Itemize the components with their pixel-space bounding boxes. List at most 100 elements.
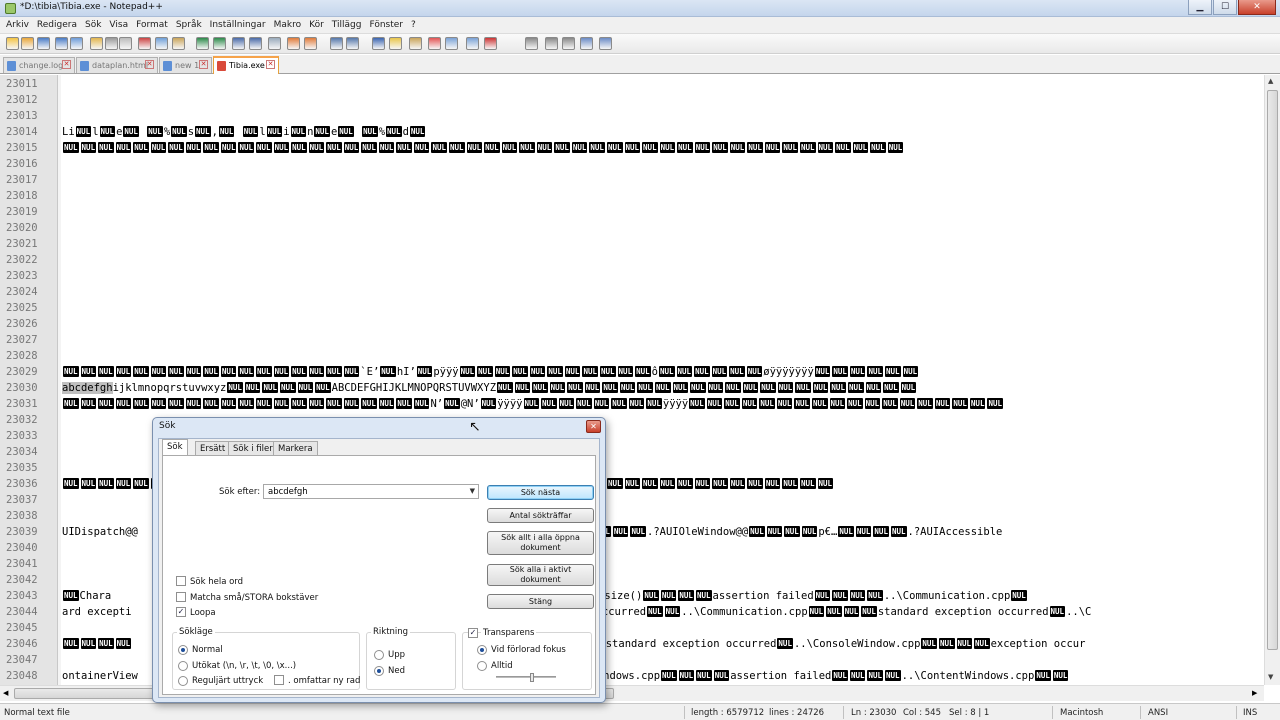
toolbar-icon-5[interactable] — [90, 37, 103, 50]
toolbar-icon-22[interactable] — [409, 37, 422, 50]
toolbar-icon-30[interactable] — [580, 37, 593, 50]
menu-10[interactable]: Fönster — [365, 20, 407, 30]
toolbar-icon-2[interactable] — [37, 37, 50, 50]
toolbar-icon-3[interactable] — [55, 37, 68, 50]
nul-control-char: NUL — [123, 126, 139, 137]
menu-5[interactable]: Språk — [172, 20, 206, 30]
toolbar-icon-28[interactable] — [545, 37, 558, 50]
transparency-slider-knob[interactable] — [530, 673, 534, 682]
toolbar-icon-18[interactable] — [330, 37, 343, 50]
scroll-right-icon[interactable]: ▶ — [1252, 689, 1257, 697]
mode-extended-radio[interactable] — [178, 661, 188, 671]
close-tab-icon[interactable]: ✕ — [145, 60, 154, 69]
menu-0[interactable]: Arkiv — [2, 20, 33, 30]
toolbar-icon-7[interactable] — [119, 37, 132, 50]
close-tab-icon[interactable]: ✕ — [199, 60, 208, 69]
toolbar-icon-31[interactable] — [599, 37, 612, 50]
toolbar-icon-21[interactable] — [389, 37, 402, 50]
wrap-around-checkbox[interactable]: ✓ — [176, 607, 186, 617]
nul-control-char: NUL — [1049, 606, 1066, 617]
close-tab-icon[interactable]: ✕ — [62, 60, 71, 69]
menu-1[interactable]: Redigera — [33, 20, 81, 30]
tab-label: dataplan.html — [92, 61, 149, 70]
toolbar-icon-6[interactable] — [105, 37, 118, 50]
dot-matches-newline-checkbox[interactable] — [274, 675, 284, 685]
transparency-slider[interactable] — [496, 673, 556, 682]
menu-9[interactable]: Tillägg — [328, 20, 366, 30]
dropdown-arrow-icon[interactable]: ▼ — [470, 487, 475, 495]
toolbar-icon-16[interactable] — [287, 37, 300, 50]
toolbar-icon-25[interactable] — [466, 37, 479, 50]
toolbar-icon-15[interactable] — [268, 37, 281, 50]
mode-normal-radio[interactable] — [178, 645, 188, 655]
toolbar-icon-8[interactable] — [138, 37, 151, 50]
mode-regex-radio[interactable] — [178, 676, 188, 686]
transparency-always-radio[interactable] — [477, 661, 487, 671]
find-dialog-close-button[interactable]: ✕ — [586, 420, 601, 433]
toolbar-icon-23[interactable] — [428, 37, 441, 50]
menu-8[interactable]: Kör — [305, 20, 328, 30]
toolbar-icon-24[interactable] — [445, 37, 458, 50]
find-what-input[interactable]: abcdefgh ▼ — [263, 484, 479, 499]
toolbar-icon-20[interactable] — [372, 37, 385, 50]
find-all-current-doc-button[interactable]: Sök alla i aktivt dokument — [487, 564, 594, 586]
toolbar-icon-19[interactable] — [346, 37, 359, 50]
close-dialog-button[interactable]: Stäng — [487, 594, 594, 609]
toolbar-icon-29[interactable] — [562, 37, 575, 50]
scroll-down-icon[interactable]: ▼ — [1268, 673, 1273, 681]
count-button[interactable]: Antal sökträffar — [487, 508, 594, 523]
menu-6[interactable]: Inställningar — [206, 20, 270, 30]
toolbar-icon-13[interactable] — [232, 37, 245, 50]
tab-new-1[interactable]: new 1 ✕ — [159, 57, 212, 73]
toolbar-icon-14[interactable] — [249, 37, 262, 50]
search-mode-title: Sökläge — [177, 627, 215, 637]
toolbar-icon-1[interactable] — [21, 37, 34, 50]
maximize-button[interactable]: ☐ — [1213, 0, 1237, 15]
close-window-button[interactable]: ✕ — [1238, 0, 1276, 15]
find-all-open-docs-button[interactable]: Sök allt i alla öppna dokument — [487, 531, 594, 555]
tab-find[interactable]: Sök — [162, 439, 188, 456]
nul-control-char: NUL — [956, 638, 973, 649]
toolbar-icon-0[interactable] — [6, 37, 19, 50]
tab-dataplan-html[interactable]: dataplan.html ✕ — [76, 57, 158, 73]
status-bar: Normal text file length : 6579712 lines … — [0, 703, 1280, 720]
code-line: NUL NUL NUL NUL NUL NUL NUL NUL NUL NUL NUL NUL NUL N… — [63, 366, 919, 378]
menu-7[interactable]: Makro — [270, 20, 306, 30]
toolbar-icon-27[interactable] — [525, 37, 538, 50]
toolbar-icon-10[interactable] — [172, 37, 185, 50]
menu-11[interactable]: ? — [407, 20, 420, 30]
minimize-button[interactable]: ▁ — [1188, 0, 1212, 15]
direction-down-radio[interactable] — [374, 666, 384, 676]
tab-mark[interactable]: Markera — [273, 441, 318, 456]
toolbar-icon-17[interactable] — [304, 37, 317, 50]
tab-tibia-exe[interactable]: Tibia.exe ✕ — [213, 56, 279, 74]
toolbar-icon-11[interactable] — [196, 37, 209, 50]
tab-replace[interactable]: Ersätt — [195, 441, 231, 456]
toolbar-icon-12[interactable] — [213, 37, 226, 50]
direction-up-radio[interactable] — [374, 650, 384, 660]
toolbar-icon-4[interactable] — [70, 37, 83, 50]
toolbar-icon-26[interactable] — [484, 37, 497, 50]
transparency-checkbox[interactable]: ✓ — [468, 628, 478, 638]
menu-3[interactable]: Visa — [105, 20, 132, 30]
tab-change-log[interactable]: change.log ✕ — [3, 57, 75, 73]
vertical-scroll-thumb[interactable] — [1267, 90, 1278, 650]
nul-control-char: NUL — [677, 478, 693, 489]
toolbar-icon-9[interactable] — [155, 37, 168, 50]
menu-4[interactable]: Format — [132, 20, 172, 30]
nul-control-char: NUL — [220, 398, 237, 409]
nul-control-char: NUL — [227, 382, 243, 393]
vertical-scrollbar[interactable]: ▲ ▼ — [1264, 75, 1280, 685]
nul-control-char: NUL — [168, 366, 184, 377]
close-tab-icon[interactable]: ✕ — [266, 60, 275, 69]
match-case-checkbox[interactable] — [176, 592, 186, 602]
scroll-up-icon[interactable]: ▲ — [1268, 77, 1273, 85]
tab-find-in-files[interactable]: Sök i filer — [228, 441, 278, 456]
whole-word-checkbox[interactable] — [176, 576, 186, 586]
find-next-button[interactable]: Sök nästa — [487, 485, 594, 500]
menu-2[interactable]: Sök — [81, 20, 105, 30]
scroll-left-icon[interactable]: ◀ — [3, 689, 8, 697]
nul-control-char: NUL — [571, 142, 588, 153]
transparency-on-lose-focus-radio[interactable] — [477, 645, 487, 655]
